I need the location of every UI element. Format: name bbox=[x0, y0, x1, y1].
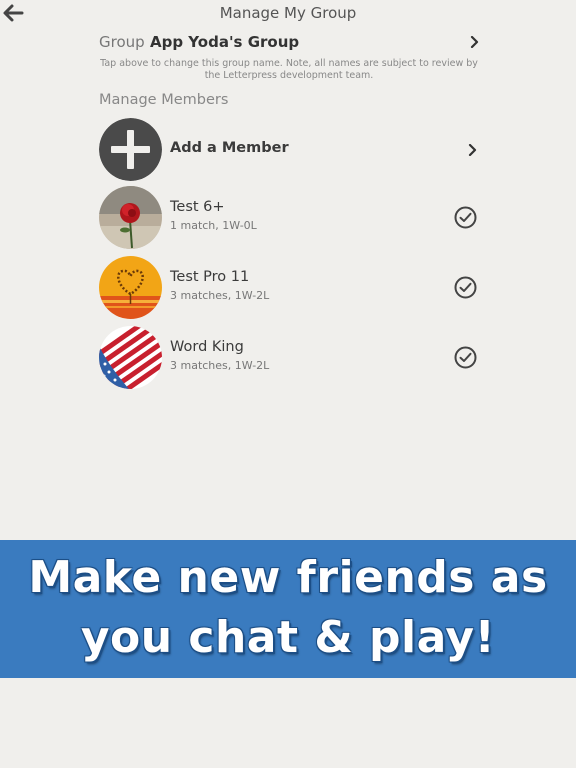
manage-group-screen: Manage My Group Group App Yoda's Group T… bbox=[0, 0, 576, 768]
check-circle-icon[interactable] bbox=[454, 346, 477, 369]
group-name: App Yoda's Group bbox=[150, 33, 300, 51]
page-title: Manage My Group bbox=[219, 4, 357, 22]
member-row[interactable]: Test Pro 11 3 matches, 1W-2L bbox=[99, 256, 479, 320]
member-stats: 3 matches, 1W-2L bbox=[170, 359, 270, 372]
section-title-members: Manage Members bbox=[99, 92, 229, 108]
banner-line-2: you chat & play! bbox=[80, 612, 496, 663]
banner-line-1: Make new friends as bbox=[28, 552, 548, 603]
member-stats: 1 match, 1W-0L bbox=[170, 219, 257, 232]
group-label: Group bbox=[99, 33, 145, 51]
group-name-note: Tap above to change this group name. Not… bbox=[100, 58, 478, 81]
avatar bbox=[99, 256, 162, 319]
group-name-row[interactable]: Group App Yoda's Group bbox=[99, 32, 479, 54]
flag-globe-image bbox=[99, 326, 162, 389]
member-name: Test 6+ bbox=[170, 199, 225, 215]
promo-banner: Make new friends as you chat & play! bbox=[0, 540, 576, 678]
member-row[interactable]: Word King 3 matches, 1W-2L bbox=[99, 326, 479, 390]
add-member-button[interactable]: Add a Member bbox=[99, 118, 479, 182]
rose-image bbox=[99, 186, 162, 249]
member-name: Word King bbox=[170, 339, 244, 355]
member-name: Test Pro 11 bbox=[170, 269, 250, 285]
member-row[interactable]: Test 6+ 1 match, 1W-0L bbox=[99, 186, 479, 250]
chevron-right-icon bbox=[468, 144, 477, 156]
chevron-right-icon bbox=[470, 36, 479, 48]
check-circle-icon[interactable] bbox=[454, 276, 477, 299]
plus-icon bbox=[99, 118, 162, 181]
add-member-label: Add a Member bbox=[170, 140, 289, 156]
sunset-heart-image bbox=[99, 256, 162, 319]
check-circle-icon[interactable] bbox=[454, 206, 477, 229]
avatar bbox=[99, 186, 162, 249]
member-stats: 3 matches, 1W-2L bbox=[170, 289, 270, 302]
avatar bbox=[99, 326, 162, 389]
